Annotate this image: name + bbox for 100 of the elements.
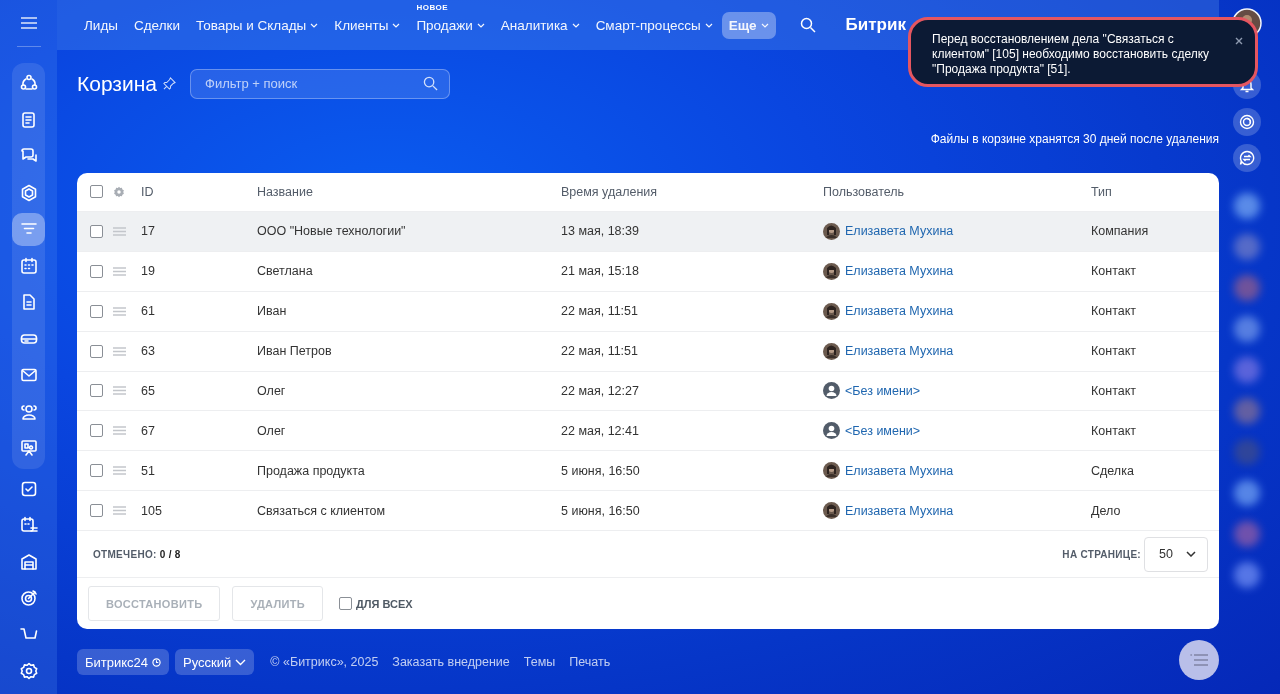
chevron-icon <box>310 22 319 28</box>
table-row[interactable]: 63 Иван Петров 22 мая, 11:51 Елизавета Мухина Контакт <box>77 331 1219 372</box>
drag-handle-icon[interactable] <box>113 346 126 356</box>
nav-tab[interactable]: Товары и Склады <box>189 11 326 39</box>
nav-tab[interactable]: Аналитика <box>493 11 587 39</box>
user-avatar <box>823 342 840 360</box>
pin-icon[interactable] <box>163 77 176 90</box>
copyright: © «Битрикс», 2025 <box>270 655 379 669</box>
table-row[interactable]: 67 Олег 22 мая, 12:41 <Без имени> Контакт <box>77 411 1219 452</box>
name-cell-text: ООО "Новые технологии" <box>257 224 407 239</box>
drag-handle-icon[interactable] <box>113 506 126 516</box>
row-checkbox[interactable] <box>90 384 103 398</box>
row-checkbox[interactable] <box>90 504 103 518</box>
column-header[interactable]: Пользователь <box>823 184 1091 199</box>
chevron-icon <box>392 22 401 28</box>
close-icon[interactable] <box>1235 37 1243 45</box>
id-cell-text: 61 <box>141 304 156 319</box>
select-all-checkbox[interactable] <box>90 185 103 199</box>
search-icon[interactable] <box>799 17 816 33</box>
chevron-icon <box>760 22 769 28</box>
chevron-icon <box>571 22 580 28</box>
name-cell-text: Иван Петров <box>257 344 333 359</box>
user-avatar <box>823 302 840 320</box>
id-cell-text: 63 <box>141 344 156 359</box>
nav-tab[interactable]: Сделки <box>127 11 187 39</box>
user-avatar <box>823 502 840 520</box>
people-icon <box>19 402 38 421</box>
drag-handle-icon[interactable] <box>113 466 126 476</box>
type-cell-text: Дело <box>1091 503 1122 518</box>
table-row[interactable]: 19 Светлана 21 мая, 15:18 Елизавета Мухина Контакт <box>77 251 1219 292</box>
logo[interactable]: Битрик <box>845 15 906 35</box>
toast-message: Перед восстановлением дела "Связаться с клиентом" [105] необходимо восстановить сделку "Продажа продукта" [51]. <box>932 32 1211 77</box>
footer-link[interactable]: Заказать внедрение <box>392 655 510 669</box>
table-row[interactable]: 105 Связаться с клиентом 5 июня, 16:50 Елизавета Мухина Дело <box>77 491 1219 532</box>
footer-link[interactable]: Темы <box>523 655 556 669</box>
type-cell-text: Контакт <box>1091 304 1137 319</box>
row-checkbox[interactable] <box>90 264 103 278</box>
user-link[interactable]: Елизавета Мухина <box>845 264 954 279</box>
deleted-time-cell-text: 5 июня, 16:50 <box>561 503 641 518</box>
id-cell-text: 65 <box>141 384 156 398</box>
type-cell-text: Компания <box>1091 224 1150 239</box>
row-checkbox[interactable] <box>90 464 103 478</box>
row-checkbox[interactable] <box>90 304 103 318</box>
list-icon <box>1190 654 1208 666</box>
column-header[interactable]: Название <box>257 184 561 199</box>
table-row[interactable]: 17 ООО "Новые технологии" 13 мая, 18:39 Елизавета Мухина Компания <box>77 211 1219 252</box>
sidebar-item[interactable] <box>12 212 45 246</box>
calendar-icon <box>19 256 38 275</box>
chat-transfer-icon[interactable] <box>1232 144 1261 172</box>
row-checkbox[interactable] <box>90 224 103 238</box>
language-select[interactable]: Русский <box>175 649 255 675</box>
per-page-select[interactable]: 50 <box>1144 536 1208 572</box>
type-cell-text: Контакт <box>1091 264 1137 279</box>
footer-link[interactable]: Печать <box>569 655 611 669</box>
blurred-avatar[interactable] <box>1233 356 1260 383</box>
warehouse-icon <box>19 552 38 571</box>
user-link[interactable]: Елизавета Мухина <box>845 304 954 319</box>
drag-handle-icon[interactable] <box>113 266 126 276</box>
blurred-avatar[interactable] <box>1233 233 1260 260</box>
hexagon-icon <box>19 183 38 202</box>
search-icon[interactable] <box>423 76 438 91</box>
user-link[interactable]: Елизавета Мухина <box>845 503 954 518</box>
user-link[interactable]: Елизавета Мухина <box>845 463 954 478</box>
column-header[interactable]: Тип <box>1091 184 1191 199</box>
blurred-avatar[interactable] <box>1233 315 1260 342</box>
row-checkbox[interactable] <box>90 344 103 358</box>
settings-icon[interactable] <box>113 185 125 198</box>
user-link[interactable]: <Без имени> <box>845 423 921 438</box>
deleted-time-cell-text: 22 мая, 11:51 <box>561 344 639 359</box>
nav-tab[interactable]: Лиды <box>77 11 125 39</box>
table-row[interactable]: 61 Иван 22 мая, 11:51 Елизавета Мухина Контакт <box>77 291 1219 332</box>
drag-handle-icon[interactable] <box>113 226 126 236</box>
blurred-avatar[interactable] <box>1233 192 1260 219</box>
user-placeholder-icon <box>823 422 840 440</box>
blurred-avatar[interactable] <box>1233 479 1260 506</box>
list-menu-button[interactable] <box>1179 640 1219 680</box>
nav-tab[interactable]: Клиенты <box>327 11 408 39</box>
drag-handle-icon[interactable] <box>113 306 126 316</box>
user-link[interactable]: <Без имени> <box>845 384 921 398</box>
deleted-time-cell-text: 5 июня, 16:50 <box>561 463 641 478</box>
row-checkbox[interactable] <box>90 424 103 438</box>
per-page-label: НА СТРАНИЦЕ: <box>1062 548 1141 560</box>
for-all-checkbox[interactable]: ДЛЯ ВСЕХ <box>338 597 413 611</box>
column-header[interactable]: Время удаления <box>561 184 823 199</box>
type-cell-text: Контакт <box>1091 384 1137 398</box>
blurred-avatar[interactable] <box>1233 561 1260 588</box>
nav-tab[interactable]: Смарт-процессы <box>588 11 720 39</box>
swirl-icon[interactable] <box>1232 107 1261 136</box>
drag-handle-icon[interactable] <box>113 386 126 396</box>
brand-button[interactable]: Битрикс24 <box>77 649 170 675</box>
nav-tab[interactable]: Продажи <box>409 11 492 39</box>
user-link[interactable]: Елизавета Мухина <box>845 224 954 239</box>
user-link[interactable]: Елизавета Мухина <box>845 344 954 359</box>
name-cell-text: Иван <box>257 304 288 319</box>
table-row[interactable]: 51 Продажа продукта 5 июня, 16:50 Елизавета Мухина Сделка <box>77 451 1219 492</box>
calendar-list-icon <box>19 516 38 535</box>
table-row[interactable]: 65 Олег 22 мая, 12:27 <Без имени> Контакт <box>77 371 1219 412</box>
drag-handle-icon[interactable] <box>113 426 126 436</box>
column-header[interactable]: ID <box>141 184 257 199</box>
page-title: Корзина <box>77 71 157 96</box>
